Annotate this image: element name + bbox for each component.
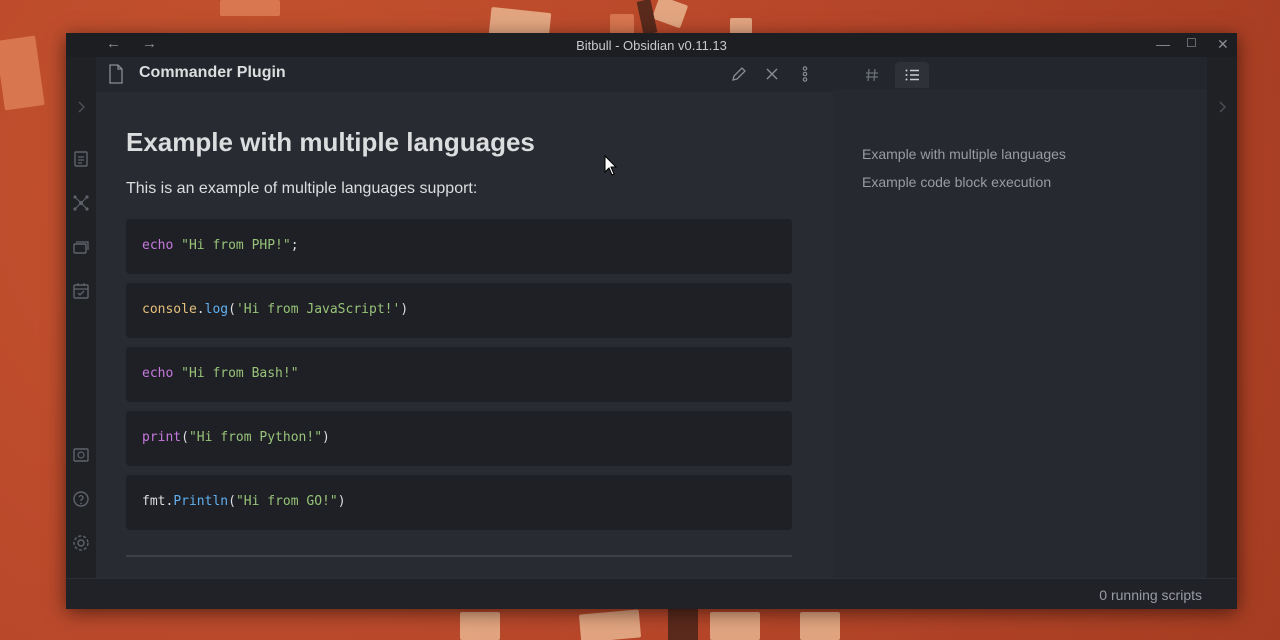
code-block-php[interactable]: echo "Hi from PHP!"; xyxy=(126,219,792,274)
left-ribbon xyxy=(66,57,96,578)
code-token: ) xyxy=(322,430,330,445)
code-token: ; xyxy=(290,238,299,253)
code-block-bash[interactable]: echo "Hi from Bash!" xyxy=(126,347,792,402)
code-token: console xyxy=(142,302,197,317)
chevron-right-icon[interactable] xyxy=(1212,97,1232,117)
note-paragraph: This is an example of multiple languages… xyxy=(126,180,478,197)
note-heading: Example with multiple languages xyxy=(126,127,535,157)
code-token: "Hi from PHP!" xyxy=(181,238,291,253)
file-explorer-icon[interactable] xyxy=(71,149,91,169)
code-block-javascript[interactable]: console.log('Hi from JavaScript!') xyxy=(126,283,792,338)
file-title: Commander Plugin xyxy=(139,64,286,81)
code-token: ) xyxy=(400,302,409,317)
code-token: print xyxy=(142,430,182,445)
running-scripts-status: 0 running scripts xyxy=(1099,587,1202,603)
right-tab-bar xyxy=(833,57,1207,89)
code-token: ) xyxy=(337,494,346,509)
mouse-cursor-icon xyxy=(604,155,618,176)
editor-pane: Commander Plugin Example with multiple l… xyxy=(96,57,864,602)
settings-icon[interactable] xyxy=(71,533,91,553)
title-bar: ← → Bitbull - Obsidian v0.11.13 — ☐ ✕ xyxy=(66,33,1237,57)
close-pane-icon[interactable] xyxy=(763,65,781,83)
code-token: echo xyxy=(142,238,174,253)
graph-view-icon[interactable] xyxy=(71,193,91,213)
code-token: ( xyxy=(181,430,189,445)
close-window-button[interactable]: ✕ xyxy=(1217,36,1229,53)
tab-outline[interactable] xyxy=(895,62,929,88)
code-token: fmt xyxy=(142,494,166,509)
outline-item-0[interactable]: Example with multiple languages xyxy=(862,146,1066,162)
minimize-button[interactable]: — xyxy=(1156,36,1170,52)
code-token: ( xyxy=(228,494,236,509)
outline-pane: Example with multiple languages Example … xyxy=(833,57,1207,578)
more-options-icon[interactable] xyxy=(796,65,814,83)
file-icon xyxy=(108,64,124,84)
code-block-python[interactable]: print("Hi from Python!") xyxy=(126,411,792,466)
list-icon xyxy=(905,69,919,81)
code-token: log xyxy=(204,302,229,317)
vault-icon[interactable] xyxy=(71,445,91,465)
edit-pencil-icon[interactable] xyxy=(730,65,748,83)
chevron-right-icon[interactable] xyxy=(71,97,91,117)
code-token: ( xyxy=(228,302,236,317)
code-token: "Hi from Python!" xyxy=(188,430,323,445)
horizontal-rule xyxy=(126,555,792,557)
code-token: 'Hi from JavaScript!' xyxy=(235,302,401,317)
outline-item-1[interactable]: Example code block execution xyxy=(862,174,1051,190)
code-token: Println xyxy=(173,494,229,509)
window-title: Bitbull - Obsidian v0.11.13 xyxy=(576,38,727,53)
calendar-check-icon[interactable] xyxy=(71,281,91,301)
code-block-go[interactable]: fmt.Println("Hi from GO!") xyxy=(126,475,792,530)
status-bar: 0 running scripts xyxy=(66,578,1237,609)
right-ribbon xyxy=(1207,57,1237,578)
tab-tags[interactable] xyxy=(855,62,889,88)
help-icon[interactable] xyxy=(71,489,91,509)
hash-icon xyxy=(866,68,878,82)
obsidian-window: ← → Bitbull - Obsidian v0.11.13 — ☐ ✕ Co… xyxy=(66,33,1237,609)
code-token: "Hi from GO!" xyxy=(235,494,338,509)
cards-icon[interactable] xyxy=(71,237,91,257)
code-token: echo xyxy=(142,366,174,381)
maximize-button[interactable]: ☐ xyxy=(1186,36,1197,50)
code-token: . xyxy=(196,302,205,317)
code-token: "Hi from Bash!" xyxy=(181,366,299,381)
editor-header: Commander Plugin xyxy=(96,57,833,92)
